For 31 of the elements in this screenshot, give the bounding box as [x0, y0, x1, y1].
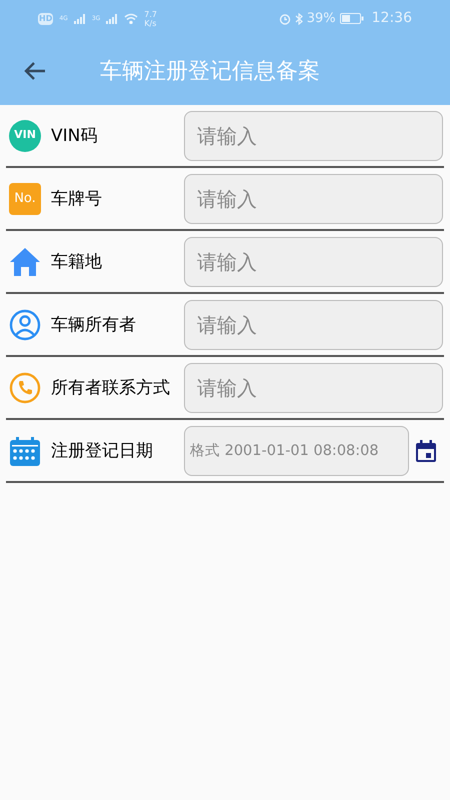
wifi-icon — [124, 13, 138, 24]
text-input[interactable]: 请输入 — [184, 236, 443, 286]
battery-icon — [340, 13, 364, 24]
phone-icon — [9, 372, 41, 404]
text-input[interactable]: 请输入 — [184, 362, 443, 412]
number-plate-icon: No. — [9, 182, 41, 214]
date-input[interactable]: 格式 2001-01-01 08:08:08 — [184, 426, 409, 476]
battery-percent: 39% — [306, 10, 336, 28]
field-label: 车籍地 — [50, 250, 103, 274]
hd-indicator: HD — [38, 12, 54, 24]
field-label: 车牌号 — [50, 188, 103, 210]
text-input[interactable]: 请输入 — [184, 110, 443, 160]
person-icon — [9, 308, 41, 340]
network-speed: 7.7 — [144, 10, 158, 18]
signal-icon — [106, 14, 118, 24]
signal-icon — [74, 14, 86, 24]
field-label: 车辆所有者 — [50, 314, 137, 336]
page-title: 车辆注册登记信息备案 — [100, 58, 320, 86]
field-label: 注册登记日期 — [50, 440, 154, 462]
network-speed-unit: K/s — [144, 18, 158, 28]
text-input[interactable]: 请输入 — [184, 300, 443, 350]
field-label: 所有者联系方式 — [50, 376, 171, 400]
calendar-icon — [9, 434, 41, 466]
home-icon — [9, 246, 41, 278]
field-label: VIN码 — [50, 124, 98, 148]
vin-icon: VIN — [9, 120, 41, 152]
alarm-icon — [278, 12, 291, 24]
calendar-button[interactable] — [414, 438, 438, 464]
text-input[interactable]: 请输入 — [184, 174, 443, 224]
clock-time: 12:36 — [372, 9, 412, 28]
bluetooth-icon — [294, 12, 303, 24]
